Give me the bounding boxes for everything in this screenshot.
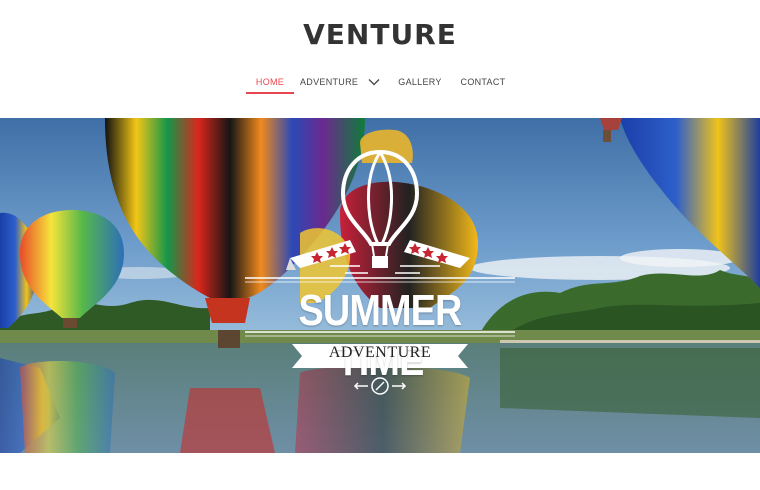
- nav-item-label: GALLERY: [398, 77, 442, 87]
- chevron-down-icon: [368, 79, 380, 86]
- nav-item-label: ADVENTURE: [300, 77, 359, 87]
- nav-item-home[interactable]: HOME: [246, 70, 294, 94]
- nav-item-contact[interactable]: CONTACT: [458, 70, 508, 94]
- nav-item-adventure[interactable]: ADVENTURE: [300, 70, 382, 94]
- hero-banner: SUMMER TIME ADVENTURE: [0, 118, 760, 453]
- main-nav: HOME ADVENTURE GALLERY CONTACT: [0, 70, 760, 94]
- nav-item-label: CONTACT: [460, 77, 506, 87]
- nav-item-gallery[interactable]: GALLERY: [396, 70, 444, 94]
- site-header: VENTURE HOME ADVENTURE GALLERY CONTACT: [0, 0, 760, 118]
- nav-item-label: HOME: [255, 77, 285, 87]
- site-logo[interactable]: VENTURE: [0, 18, 760, 51]
- hero-title: SUMMER TIME: [298, 286, 462, 385]
- hero-subtitle: ADVENTURE: [328, 344, 432, 361]
